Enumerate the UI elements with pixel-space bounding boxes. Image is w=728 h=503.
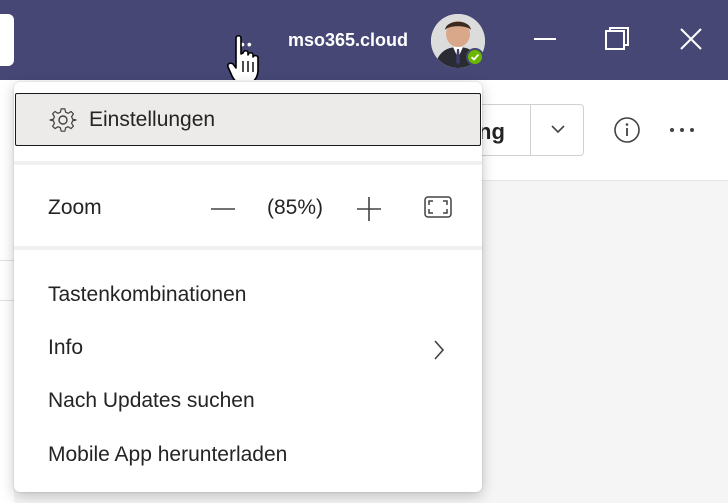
split-divider — [530, 104, 531, 156]
settings-label: Einstellungen — [89, 108, 216, 131]
menu-separator — [14, 246, 482, 250]
restore-icon[interactable] — [604, 26, 630, 52]
zoom-value: (85%) — [267, 196, 324, 219]
presence-available-icon — [466, 48, 484, 66]
settings-menu: Einstellungen Zoom (85%) Tastenkombinati… — [14, 82, 482, 492]
title-bar: •• mso365.cloud — [0, 0, 728, 85]
menu-item-label: Nach Updates suchen — [48, 389, 255, 412]
zoom-row: Zoom (85%) — [14, 176, 482, 242]
menu-item-check-updates[interactable]: Nach Updates suchen — [14, 389, 482, 419]
search-box[interactable] — [0, 14, 14, 66]
gear-icon — [49, 108, 77, 132]
chevron-down-icon[interactable] — [549, 122, 567, 136]
menu-item-mobile-app[interactable]: Mobile App herunterladen — [14, 443, 482, 473]
zoom-label: Zoom — [48, 196, 102, 219]
close-icon[interactable] — [678, 26, 704, 52]
zoom-out-icon[interactable] — [210, 196, 236, 222]
menu-item-settings[interactable]: Einstellungen — [15, 93, 481, 146]
left-panel-edge — [0, 180, 14, 503]
tenant-name[interactable]: mso365.cloud — [288, 30, 408, 51]
menu-item-label: Tastenkombinationen — [48, 283, 247, 306]
split-button-label[interactable]: ng — [478, 119, 505, 145]
zoom-in-icon[interactable] — [356, 196, 382, 222]
minimize-icon[interactable] — [532, 26, 558, 52]
more-options-icon[interactable] — [668, 118, 696, 142]
hand-cursor-icon — [227, 34, 259, 85]
menu-item-label: Mobile App herunterladen — [48, 443, 288, 466]
menu-item-shortcuts[interactable]: Tastenkombinationen — [14, 283, 482, 313]
menu-separator — [14, 161, 482, 165]
fit-to-screen-icon[interactable] — [424, 196, 452, 218]
menu-item-label: Info — [48, 336, 84, 359]
chevron-right-icon — [434, 340, 445, 360]
menu-item-info[interactable]: Info — [14, 336, 482, 366]
info-icon[interactable] — [613, 116, 641, 144]
